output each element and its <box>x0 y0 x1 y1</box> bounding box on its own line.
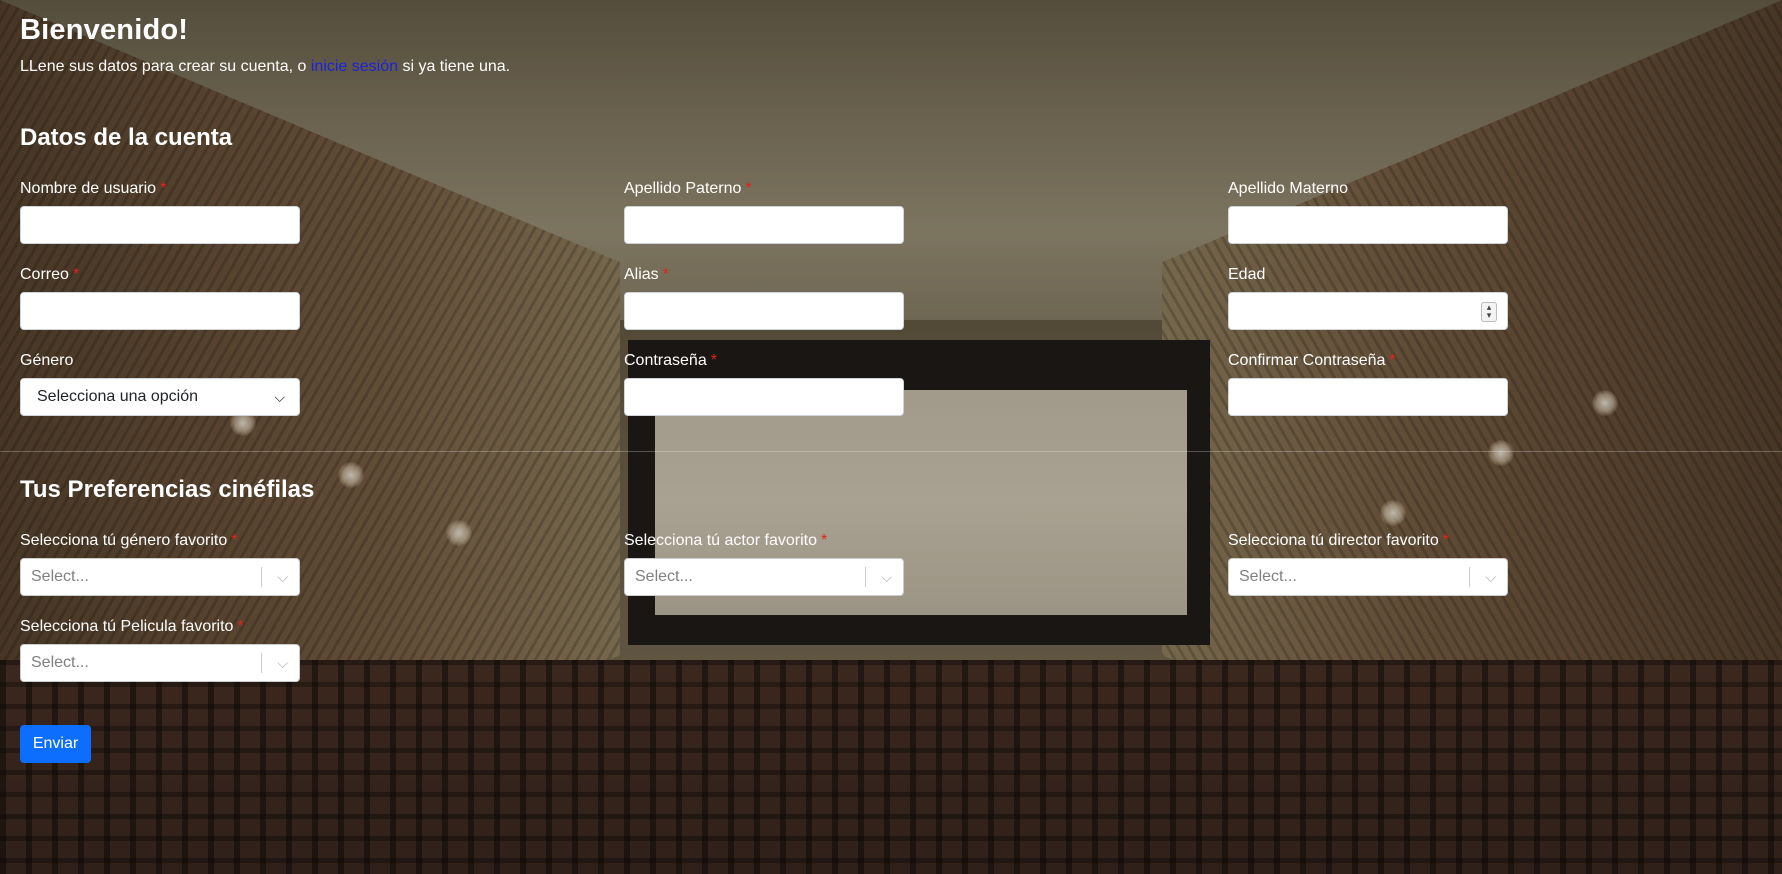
genre-label: Selecciona tú género favorito * <box>20 530 300 552</box>
password-input[interactable] <box>624 378 904 416</box>
required-marker: * <box>72 266 80 283</box>
section-divider <box>0 451 1782 452</box>
required-marker: * <box>821 532 828 549</box>
paternal-surname-field-group: Apellido Paterno * <box>624 178 904 244</box>
email-input[interactable] <box>20 292 300 330</box>
paternal-surname-label: Apellido Paterno * <box>624 178 904 200</box>
gender-select-value: Selecciona una opción <box>37 388 199 405</box>
maternal-surname-field-group: Apellido Materno <box>1228 178 1508 244</box>
alias-label: Alias * <box>624 264 904 286</box>
actor-field-group: Selecciona tú actor favorito * Select... … <box>624 530 904 596</box>
gender-label-text: Género <box>20 352 74 369</box>
email-label: Correo * <box>20 264 300 286</box>
required-marker: * <box>160 180 167 197</box>
intro-text-before: LLene sus datos para crear su cuenta, o <box>20 58 311 75</box>
confirm-password-label: Confirmar Contraseña * <box>1228 350 1508 372</box>
maternal-surname-input[interactable] <box>1228 206 1508 244</box>
chevron-down-icon[interactable]: ⌵ <box>277 645 288 681</box>
required-marker: * <box>1389 352 1396 369</box>
required-marker: * <box>745 180 752 197</box>
confirm-password-label-text: Confirmar Contraseña <box>1228 352 1386 369</box>
gender-select[interactable]: Selecciona una opción ⌵ <box>20 378 300 416</box>
genre-select-placeholder: Select... <box>31 568 89 585</box>
password-label-text: Contraseña <box>624 352 707 369</box>
gender-label: Género <box>20 350 300 372</box>
required-marker: * <box>1442 532 1450 549</box>
required-marker: * <box>231 532 238 549</box>
select-separator <box>261 567 262 587</box>
genre-field-group: Selecciona tú género favorito * Select...… <box>20 530 300 596</box>
director-label-text: Selecciona tú director favorito <box>1228 532 1439 549</box>
movie-label: Selecciona tú Pelicula favorito * <box>20 616 300 638</box>
chevron-down-icon[interactable]: ⌵ <box>277 559 288 595</box>
password-field-group: Contraseña * <box>624 350 904 416</box>
number-spinner-icon[interactable]: ▴ ▾ <box>1481 302 1497 322</box>
required-marker: * <box>710 352 717 369</box>
alias-field-group: Alias * <box>624 264 904 330</box>
gender-field-group: Género Selecciona una opción ⌵ <box>20 350 300 416</box>
page-title: Bienvenido! <box>20 14 189 46</box>
director-label: Selecciona tú director favorito * <box>1228 530 1508 552</box>
director-select[interactable]: Select... ⌵ <box>1228 558 1508 596</box>
maternal-surname-label: Apellido Materno <box>1228 178 1508 200</box>
director-field-group: Selecciona tú director favorito * Select.… <box>1228 530 1508 596</box>
movie-select[interactable]: Select... ⌵ <box>20 644 300 682</box>
movie-select-placeholder: Select... <box>31 654 89 671</box>
password-label: Contraseña * <box>624 350 904 372</box>
actor-select-placeholder: Select... <box>635 568 693 585</box>
maternal-surname-label-text: Apellido Materno <box>1228 180 1349 197</box>
select-separator <box>1469 567 1470 587</box>
preferences-section-title: Tus Preferencias cinéfilas <box>20 476 315 503</box>
required-marker: * <box>237 618 244 635</box>
age-input[interactable]: ▴ ▾ <box>1228 292 1508 330</box>
email-field-group: Correo * <box>20 264 300 330</box>
intro-text-after: si ya tiene una. <box>398 58 511 75</box>
account-section-title: Datos de la cuenta <box>20 124 233 151</box>
chevron-down-icon: ⌵ <box>274 389 285 405</box>
chevron-down-icon[interactable]: ⌵ <box>1485 559 1496 595</box>
alias-label-text: Alias <box>624 266 659 283</box>
username-field-group: Nombre de usuario * <box>20 178 300 244</box>
age-label-text: Edad <box>1228 266 1266 283</box>
paternal-surname-input[interactable] <box>624 206 904 244</box>
username-label: Nombre de usuario * <box>20 178 300 200</box>
username-input[interactable] <box>20 206 300 244</box>
movie-field-group: Selecciona tú Pelicula favorito * Select.… <box>20 616 300 682</box>
login-link[interactable]: inicie sesión <box>311 58 398 75</box>
actor-label: Selecciona tú actor favorito * <box>624 530 904 552</box>
required-marker: * <box>662 266 669 283</box>
bg-shade-overlay <box>0 0 1782 874</box>
confirm-password-input[interactable] <box>1228 378 1508 416</box>
director-select-placeholder: Select... <box>1239 568 1297 585</box>
email-label-text: Correo <box>20 266 69 283</box>
alias-input[interactable] <box>624 292 904 330</box>
genre-select[interactable]: Select... ⌵ <box>20 558 300 596</box>
age-label: Edad <box>1228 264 1508 286</box>
movie-label-text: Selecciona tú Pelicula favorito <box>20 618 234 635</box>
intro-text: LLene sus datos para crear su cuenta, o … <box>20 58 510 76</box>
cinema-background-image <box>0 0 1782 874</box>
select-separator <box>865 567 866 587</box>
submit-button[interactable]: Enviar <box>20 725 91 763</box>
actor-select[interactable]: Select... ⌵ <box>624 558 904 596</box>
paternal-surname-label-text: Apellido Paterno <box>624 180 742 197</box>
chevron-down-icon[interactable]: ⌵ <box>881 559 892 595</box>
age-field-group: Edad ▴ ▾ <box>1228 264 1508 330</box>
actor-label-text: Selecciona tú actor favorito <box>624 532 817 549</box>
confirm-password-field-group: Confirmar Contraseña * <box>1228 350 1508 416</box>
select-separator <box>261 653 262 673</box>
username-label-text: Nombre de usuario <box>20 180 157 197</box>
genre-label-text: Selecciona tú género favorito <box>20 532 228 549</box>
